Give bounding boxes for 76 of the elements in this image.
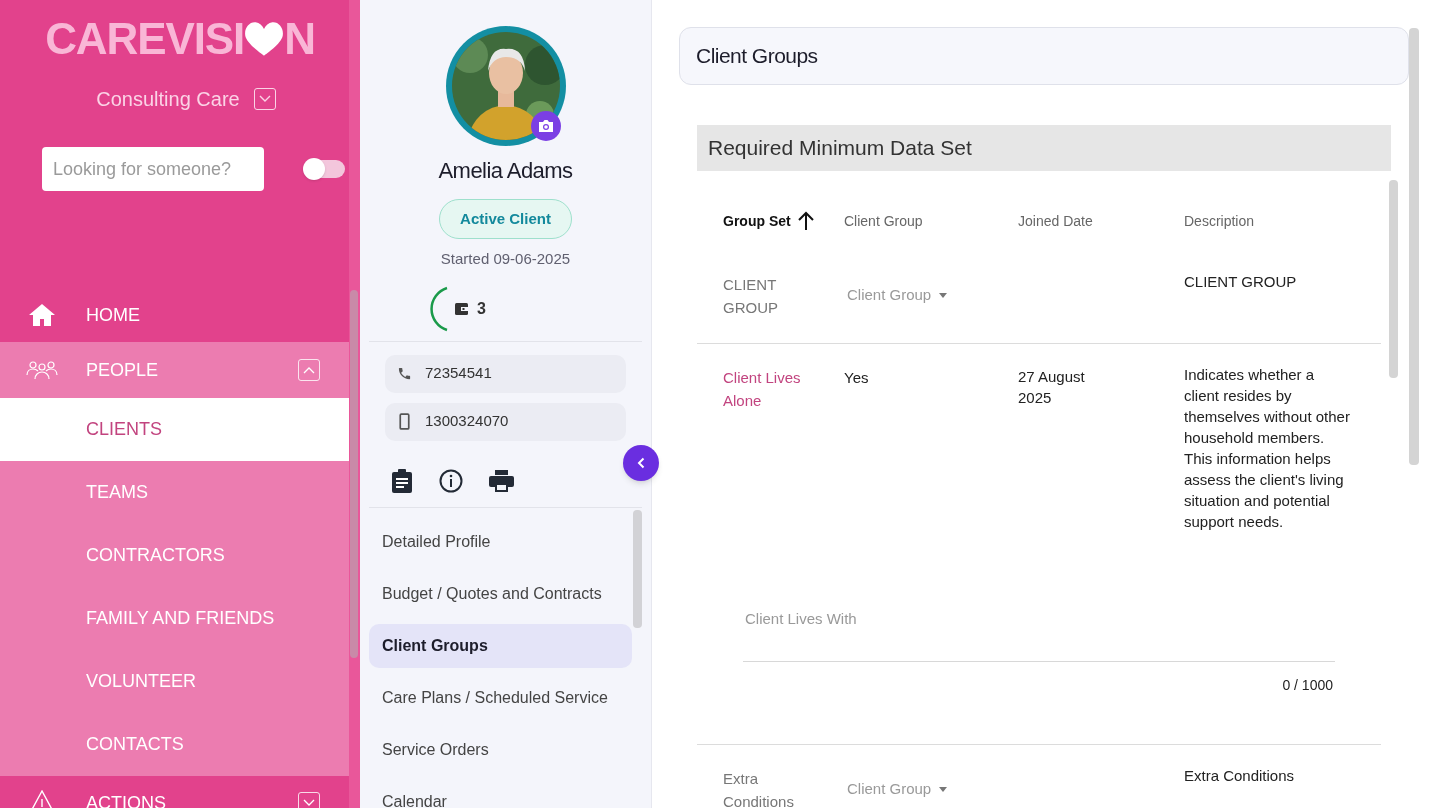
mobile-icon <box>397 413 412 430</box>
nav-label: PEOPLE <box>86 358 160 382</box>
toggle-switch[interactable] <box>305 160 345 178</box>
organisation-name: Consulting Care <box>96 87 240 112</box>
description-text: Extra Conditions <box>1184 767 1295 784</box>
profile-menu-item[interactable]: Budget / Quotes and Contracts <box>369 571 632 616</box>
phone-number: 72354541 <box>425 363 492 384</box>
nav-subitem[interactable]: CONTRACTORS <box>0 524 349 587</box>
organisation-dropdown[interactable] <box>253 88 276 110</box>
caret-icon <box>939 786 948 792</box>
phone-field[interactable]: 72354541 <box>385 354 626 393</box>
text-area-field[interactable]: Client Lives With <box>743 598 1335 662</box>
clipboard-icon <box>391 468 413 493</box>
wallet-count: 3 <box>477 298 486 319</box>
scrollbar-thumb[interactable] <box>1409 28 1419 465</box>
profile-menu-item[interactable]: Service Orders <box>369 727 632 772</box>
page-title: Client Groups <box>679 27 1409 85</box>
chevron-down-icon <box>303 799 315 807</box>
phone-icon <box>397 366 412 381</box>
printer-icon <box>489 469 514 492</box>
search-field[interactable]: Looking for someone? <box>42 147 264 191</box>
client-group-dropdown[interactable]: Client Group <box>847 284 948 307</box>
client-group-dropdown[interactable]: Client Group <box>847 778 948 801</box>
nav-subitem[interactable]: CONTACTS <box>0 713 349 776</box>
home-icon <box>28 303 56 327</box>
nav-subitem[interactable]: TEAMS <box>0 461 349 524</box>
section-title: Required Minimum Data Set <box>697 125 1391 171</box>
collapse-button[interactable] <box>623 445 659 481</box>
group-set-cell[interactable]: Client Lives Alone <box>723 358 844 412</box>
group-set-cell-text: Extra Conditions <box>723 769 795 808</box>
scrollbar-thumb[interactable] <box>1389 180 1398 378</box>
nav-item[interactable]: PEOPLE <box>0 342 349 398</box>
group-set-cell-text: CLIENT GROUP <box>723 275 779 318</box>
client-name: Amelia Adams <box>438 157 573 185</box>
expand-toggle[interactable] <box>298 359 320 381</box>
scrollbar-thumb[interactable] <box>633 510 642 628</box>
nav-label: HOME <box>86 303 141 327</box>
nav-subitem[interactable]: CLIENTS <box>0 398 349 461</box>
sort-up-icon <box>796 211 815 231</box>
clipboard-button[interactable] <box>391 468 413 493</box>
nav-label: ACTIONS <box>86 791 167 808</box>
column-header[interactable]: Group Set <box>723 210 791 232</box>
heart-icon <box>244 20 285 58</box>
wallet-icon <box>455 301 469 316</box>
info-icon <box>439 468 463 493</box>
profile-menu-item[interactable]: Care Plans / Scheduled Service <box>369 675 632 720</box>
chevron-down-icon <box>258 95 271 103</box>
column-header[interactable]: Client Group <box>844 210 923 232</box>
client-group-value: Yes <box>844 369 869 386</box>
camera-icon <box>537 119 554 133</box>
column-header[interactable]: Description <box>1184 210 1255 232</box>
status-badge: Active Client <box>439 199 572 239</box>
people-icon <box>26 361 58 379</box>
nav-subitem[interactable]: VOLUNTEER <box>0 650 349 713</box>
profile-menu-item[interactable]: Client Groups <box>369 623 632 668</box>
chevron-left-icon <box>637 457 645 469</box>
description-text: Indicates whether a client resides by themselves without other household members. This information helps assess the client's living situation and potential support needs. <box>1184 366 1350 530</box>
info-button[interactable] <box>439 468 463 493</box>
logo-text: N <box>284 13 315 65</box>
caret-icon <box>939 292 948 298</box>
column-header[interactable]: Joined Date <box>1018 210 1093 232</box>
expand-toggle[interactable] <box>298 792 320 808</box>
description-text: CLIENT GROUP <box>1184 273 1297 290</box>
logo-text: CAREVISI <box>45 13 245 65</box>
start-date: Started 09-06-2025 <box>440 249 571 269</box>
profile-menu-item[interactable]: Calendar <box>369 779 632 808</box>
nav-subitem[interactable]: FAMILY AND FRIENDS <box>0 587 349 650</box>
profile-menu-item[interactable]: Detailed Profile <box>369 519 632 564</box>
mobile-number: 1300324070 <box>425 411 509 432</box>
chevron-up-icon <box>303 366 315 374</box>
scrollbar-thumb[interactable] <box>350 290 358 658</box>
progress-ring <box>427 285 449 332</box>
print-button[interactable] <box>489 469 514 492</box>
mobile-field[interactable]: 1300324070 <box>385 402 626 441</box>
joined-date: 27 August 2025 <box>1018 368 1085 406</box>
character-counter: 0 / 1000 <box>1282 676 1333 695</box>
